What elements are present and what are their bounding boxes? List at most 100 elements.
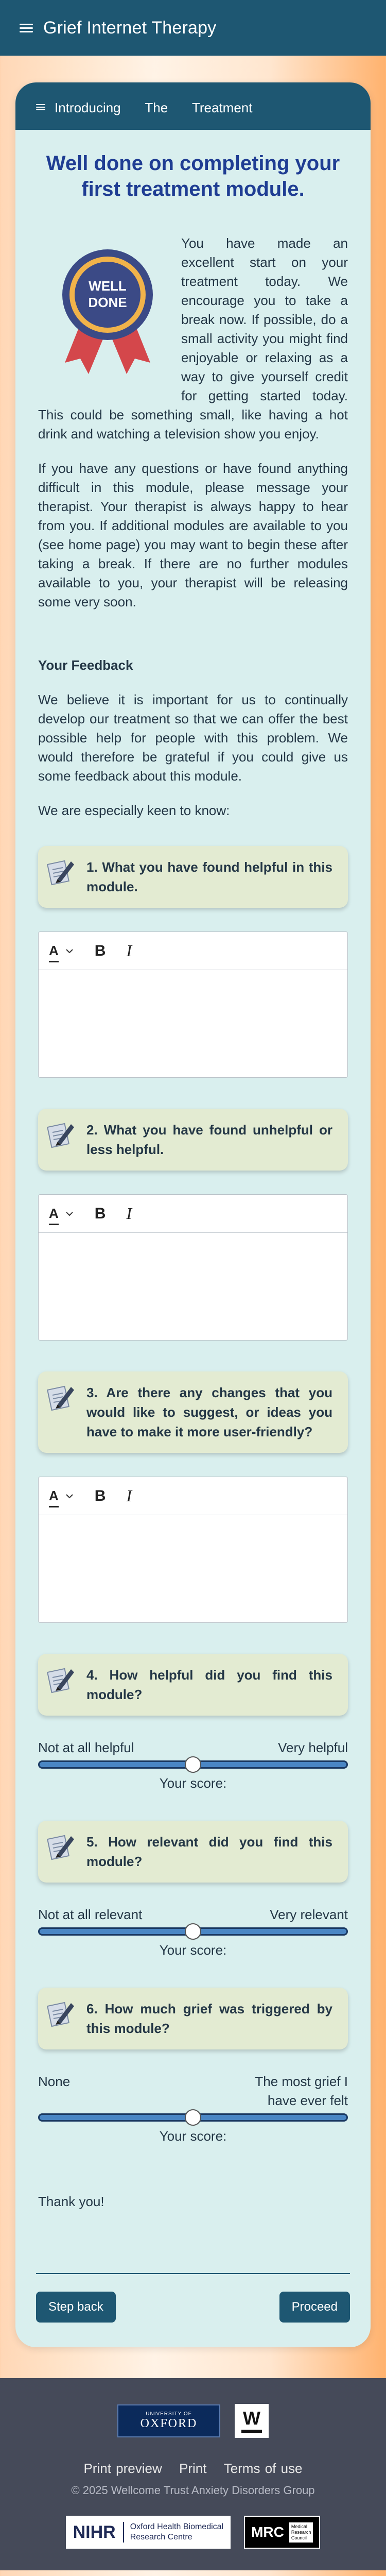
mrc-logo-line1: Medical	[291, 2523, 307, 2529]
answer-2-editor: A B I	[38, 1194, 348, 1341]
italic-button[interactable]: I	[126, 1486, 132, 1505]
slider-min-label: Not at all helpful	[38, 1740, 134, 1755]
question-2-text: 2. What you have found unhelpful or less…	[86, 1122, 332, 1157]
chevron-down-icon	[66, 948, 73, 953]
mrc-logo-line2: Research	[291, 2529, 311, 2535]
question-3-text: 3. Are there any changes that you would …	[86, 1385, 332, 1439]
slider-max-label: The most grief I have ever felt	[255, 2074, 348, 2108]
answer-3-editor: A B I	[38, 1477, 348, 1623]
intro-section: WELL DONE You have made an excellent sta…	[38, 234, 348, 459]
answer-3-textarea[interactable]	[39, 1515, 347, 1622]
proceed-button[interactable]: Proceed	[279, 2292, 350, 2323]
keen-text: We are especially keen to know:	[38, 803, 230, 818]
slider-min-label: Not at all relevant	[38, 1907, 143, 1922]
helpful-slider-block: Not at all helpful Very helpful Your sco…	[38, 1738, 348, 1793]
question-6: 6. How much grief was triggered by this …	[38, 1988, 348, 2049]
module-menu-icon[interactable]	[36, 104, 45, 111]
nihr-logo[interactable]: NIHR Oxford Health Biomedical Research C…	[65, 2516, 231, 2549]
feedback-intro: We believe it is important for us to con…	[38, 692, 348, 784]
badge-line1: WELL	[89, 278, 127, 294]
wellcome-logo-letter: W	[243, 2408, 260, 2429]
module-content: Well done on completing your first treat…	[15, 130, 371, 2273]
module-bar: Introducing The Treatment	[15, 82, 371, 130]
step-back-button[interactable]: Step back	[36, 2292, 116, 2323]
editor-toolbar: A B I	[39, 1477, 347, 1515]
nihr-logo-short: NIHR	[73, 2522, 116, 2542]
nihr-logo-line2: Research Centre	[130, 2533, 192, 2541]
score-label: Your score:	[159, 1942, 227, 1958]
mrc-logo-line3: Council	[291, 2535, 307, 2540]
feedback-heading: Your Feedback	[38, 657, 133, 673]
print-link[interactable]: Print	[179, 2461, 206, 2476]
answer-1-textarea[interactable]	[39, 970, 347, 1077]
oxford-logo-university: UNIVERSITY OF	[146, 2411, 192, 2417]
terms-of-use-link[interactable]: Terms of use	[224, 2461, 303, 2476]
module-title[interactable]: Introducing The Treatment	[55, 100, 252, 115]
font-color-button[interactable]: A	[49, 941, 73, 962]
well-done-badge: WELL DONE	[38, 234, 177, 388]
pen-paper-icon	[47, 2002, 74, 2027]
oxford-logo[interactable]: UNIVERSITY OF OXFORD	[117, 2404, 220, 2437]
site-header: Grief Internet Therapy	[0, 0, 386, 56]
editor-toolbar: A B I	[39, 1195, 347, 1233]
question-1: 1. What you have found helpful in this m…	[38, 846, 348, 908]
wellcome-logo-bar	[241, 2430, 262, 2433]
grief-slider[interactable]	[38, 2109, 348, 2126]
site-title[interactable]: Grief Internet Therapy	[43, 18, 216, 38]
module-navigation: Step back Proceed	[15, 2274, 371, 2347]
mrc-logo-short: MRC	[251, 2524, 284, 2540]
helpful-slider[interactable]	[38, 1756, 348, 1773]
slider-min-label: None	[38, 2074, 71, 2089]
font-color-icon: A	[49, 1204, 59, 1225]
slider-max-label: Very helpful	[278, 1740, 348, 1755]
italic-button[interactable]: I	[126, 1204, 132, 1223]
chevron-down-icon	[66, 1211, 73, 1216]
font-color-button[interactable]: A	[49, 1204, 73, 1225]
questions-paragraph: If you have any questions or have found …	[38, 461, 348, 609]
menu-icon[interactable]	[20, 23, 33, 33]
question-2: 2. What you have found unhelpful or less…	[38, 1109, 348, 1171]
font-color-icon: A	[49, 941, 59, 962]
nihr-logo-line1: Oxford Health Biomedical	[130, 2522, 224, 2531]
font-color-button[interactable]: A	[49, 1486, 73, 1507]
oxford-logo-name: OXFORD	[140, 2417, 198, 2430]
grief-slider-block: None The most grief I have ever felt You…	[38, 2072, 348, 2146]
card-wrap: Introducing The Treatment Well done on c…	[0, 56, 386, 2347]
well-done-badge-icon: WELL DONE	[62, 249, 153, 374]
bold-button[interactable]: B	[95, 1204, 106, 1223]
relevant-slider[interactable]	[38, 1923, 348, 1940]
font-color-icon: A	[49, 1486, 59, 1507]
slider-thumb[interactable]	[185, 1756, 201, 1773]
bold-button[interactable]: B	[95, 1486, 106, 1505]
bold-button[interactable]: B	[95, 941, 106, 960]
italic-button[interactable]: I	[126, 941, 132, 960]
slider-thumb[interactable]	[185, 1923, 201, 1940]
module-card: Introducing The Treatment Well done on c…	[15, 82, 371, 2347]
question-6-text: 6. How much grief was triggered by this …	[86, 2001, 332, 2036]
chevron-down-icon	[66, 1494, 73, 1498]
copyright-text: © 2025 Wellcome Trust Anxiety Disorders …	[71, 2484, 315, 2497]
question-4-text: 4. How helpful did you find this module?	[86, 1667, 332, 1702]
thank-you-text: Thank you!	[38, 2194, 104, 2209]
pen-paper-icon	[47, 1123, 74, 1148]
pen-paper-icon	[47, 1385, 74, 1411]
footer-links: Print preview Print Terms of use	[0, 2461, 386, 2477]
answer-1-editor: A B I	[38, 931, 348, 1078]
pen-paper-icon	[47, 860, 74, 886]
page-title: Well done on completing your first treat…	[46, 152, 340, 200]
pen-paper-icon	[47, 1835, 74, 1860]
question-3: 3. Are there any changes that you would …	[38, 1371, 348, 1453]
print-preview-link[interactable]: Print preview	[83, 2461, 162, 2476]
wellcome-logo[interactable]: W	[235, 2404, 269, 2438]
badge-line2: DONE	[88, 295, 127, 310]
site-footer: UNIVERSITY OF OXFORD W Print preview Pri…	[0, 2378, 386, 2570]
question-1-text: 1. What you have found helpful in this m…	[86, 859, 332, 894]
pen-paper-icon	[47, 1668, 74, 1693]
slider-thumb[interactable]	[185, 2109, 201, 2126]
score-label: Your score:	[159, 1775, 227, 1791]
question-4: 4. How helpful did you find this module?	[38, 1654, 348, 1716]
answer-2-textarea[interactable]	[39, 1233, 347, 1340]
mrc-logo[interactable]: MRC Medical Research Council	[244, 2516, 321, 2549]
relevant-slider-block: Not at all relevant Very relevant Your s…	[38, 1905, 348, 1960]
score-label: Your score:	[159, 2128, 227, 2144]
